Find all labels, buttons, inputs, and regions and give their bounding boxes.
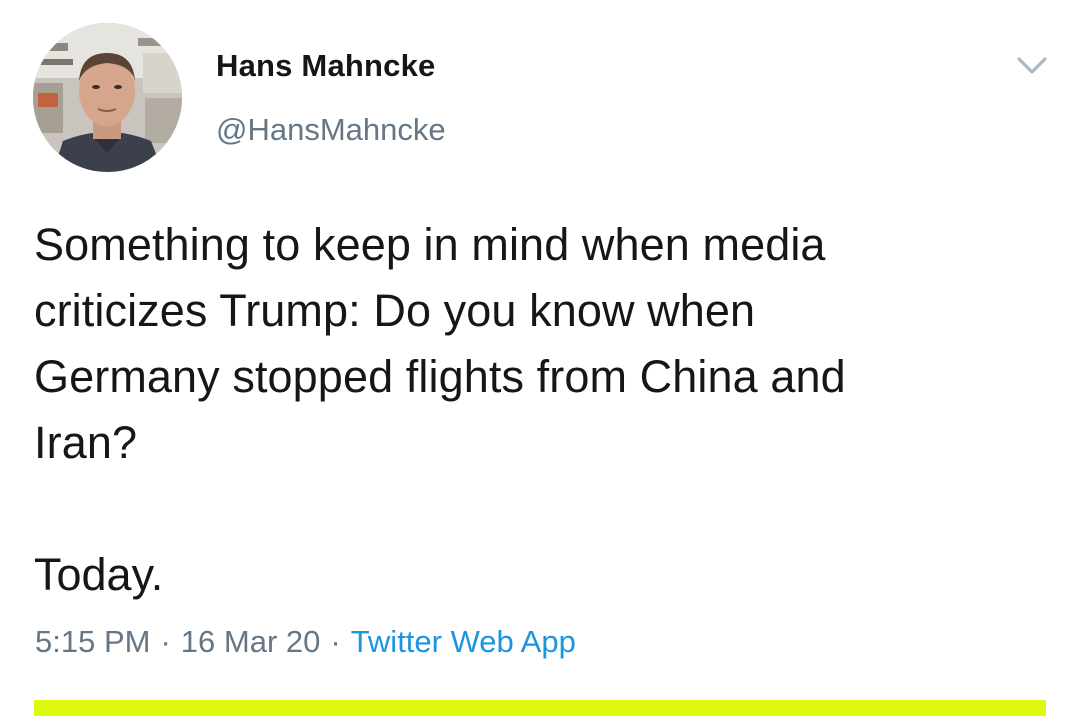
- tweet-meta: 5:15 PM · 16 Mar 20 · Twitter Web App: [35, 624, 576, 660]
- tweet-text: Something to keep in mind when media cri…: [34, 219, 846, 468]
- tweet-time[interactable]: 5:15 PM: [35, 624, 150, 659]
- chevron-down-icon[interactable]: [1010, 47, 1054, 83]
- highlight-bar: [34, 700, 1046, 716]
- author-handle[interactable]: @HansMahncke: [216, 112, 446, 148]
- avatar[interactable]: [33, 23, 182, 172]
- tweet-date[interactable]: 16 Mar 20: [181, 624, 321, 659]
- tweet-text-closing: Today.: [34, 549, 164, 600]
- profile-photo-icon: [33, 23, 182, 172]
- meta-separator: ·: [330, 624, 341, 659]
- tweet-card: Hans Mahncke @HansMahncke Something to k…: [0, 0, 1080, 716]
- author-display-name[interactable]: Hans Mahncke: [216, 48, 435, 84]
- meta-separator: ·: [160, 624, 171, 659]
- tweet-source-link[interactable]: Twitter Web App: [351, 624, 576, 659]
